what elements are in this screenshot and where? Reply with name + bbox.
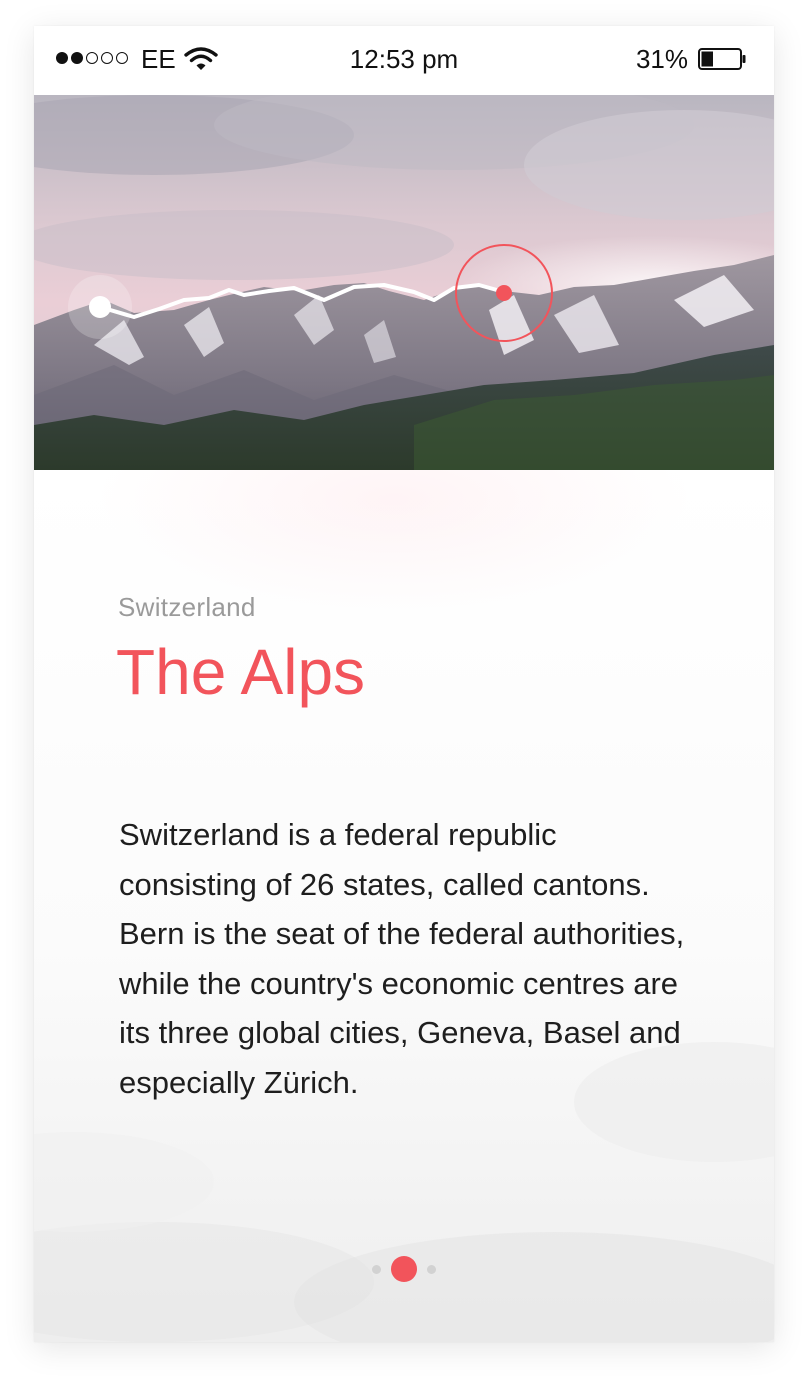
page-dot[interactable] (372, 1264, 381, 1274)
start-marker-icon[interactable] (68, 275, 132, 339)
place-detail-panel: Switzerland The Alps Switzerland is a fe… (34, 470, 774, 1342)
page-indicator[interactable] (34, 1256, 774, 1282)
app-screen: EE 12:53 pm 31% Switzerland The Alps Swi… (34, 26, 774, 1342)
mountain-illustration (34, 95, 774, 470)
page-dot-active[interactable] (391, 1256, 417, 1282)
description-text: Switzerland is a federal republic consis… (119, 817, 685, 1100)
status-bar: EE 12:53 pm 31% (34, 26, 774, 95)
battery-icon (698, 48, 746, 70)
country-label: Switzerland (118, 592, 256, 622)
page-dot[interactable] (427, 1264, 436, 1274)
mountain-photo (34, 95, 774, 470)
page-title: The Alps (116, 636, 366, 708)
battery-percentage: 31% (635, 44, 688, 74)
